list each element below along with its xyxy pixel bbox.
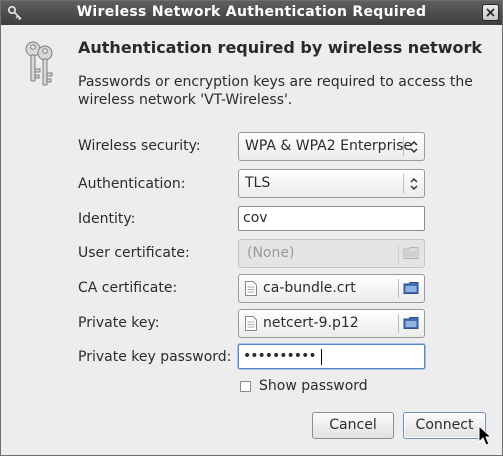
private-key-password-value: •••••••••• bbox=[243, 348, 317, 364]
user-certificate-label: User certificate: bbox=[78, 245, 190, 261]
private-key-label: Private key: bbox=[78, 315, 160, 331]
authentication-value: TLS bbox=[245, 175, 271, 191]
close-button[interactable] bbox=[482, 4, 499, 21]
folder-icon bbox=[403, 247, 419, 259]
private-key-value: netcert-9.p12 bbox=[263, 315, 359, 331]
combo-separator bbox=[403, 174, 404, 193]
user-certificate-chooser: (None) bbox=[238, 239, 425, 268]
wireless-security-label: Wireless security: bbox=[78, 138, 201, 154]
mouse-pointer-icon bbox=[478, 425, 492, 446]
identity-input[interactable]: cov bbox=[238, 206, 425, 231]
private-key-chooser[interactable]: netcert-9.p12 bbox=[238, 309, 425, 338]
show-password-label[interactable]: Show password bbox=[259, 378, 368, 394]
private-key-password-label: Private key password: bbox=[78, 349, 232, 365]
up-down-arrows-icon bbox=[410, 177, 418, 191]
text-caret bbox=[321, 349, 322, 365]
dialog-description: Passwords or encryption keys are require… bbox=[78, 74, 473, 108]
keys-icon bbox=[25, 41, 53, 86]
close-icon bbox=[486, 8, 495, 17]
ca-certificate-label: CA certificate: bbox=[78, 280, 178, 296]
up-down-arrows-icon bbox=[410, 140, 418, 154]
auth-dialog: Wireless Network Authentication Required… bbox=[0, 0, 503, 456]
connect-button[interactable]: Connect bbox=[403, 412, 486, 439]
document-icon bbox=[245, 281, 257, 296]
folder-icon bbox=[403, 282, 419, 294]
dialog-heading: Authentication required by wireless netw… bbox=[78, 38, 482, 57]
chooser-separator bbox=[398, 314, 399, 333]
combo-separator bbox=[403, 137, 404, 156]
chooser-separator bbox=[398, 279, 399, 298]
wireless-security-combo[interactable]: WPA & WPA2 Enterprise bbox=[238, 132, 425, 161]
private-key-password-input[interactable]: •••••••••• bbox=[238, 344, 425, 369]
identity-label: Identity: bbox=[78, 211, 136, 227]
chooser-separator bbox=[398, 244, 399, 263]
document-icon bbox=[245, 316, 257, 331]
wireless-security-value: WPA & WPA2 Enterprise bbox=[245, 138, 413, 154]
authentication-combo[interactable]: TLS bbox=[238, 169, 425, 198]
user-certificate-value: (None) bbox=[247, 245, 295, 261]
title-bar[interactable]: Wireless Network Authentication Required bbox=[1, 1, 502, 25]
identity-value: cov bbox=[243, 210, 268, 226]
folder-icon bbox=[403, 317, 419, 329]
ca-certificate-value: ca-bundle.crt bbox=[263, 280, 356, 296]
ca-certificate-chooser[interactable]: ca-bundle.crt bbox=[238, 274, 425, 303]
show-password-checkbox[interactable] bbox=[240, 381, 251, 392]
authentication-label: Authentication: bbox=[78, 176, 186, 192]
cancel-button[interactable]: Cancel bbox=[312, 412, 394, 439]
window-title: Wireless Network Authentication Required bbox=[76, 4, 427, 20]
